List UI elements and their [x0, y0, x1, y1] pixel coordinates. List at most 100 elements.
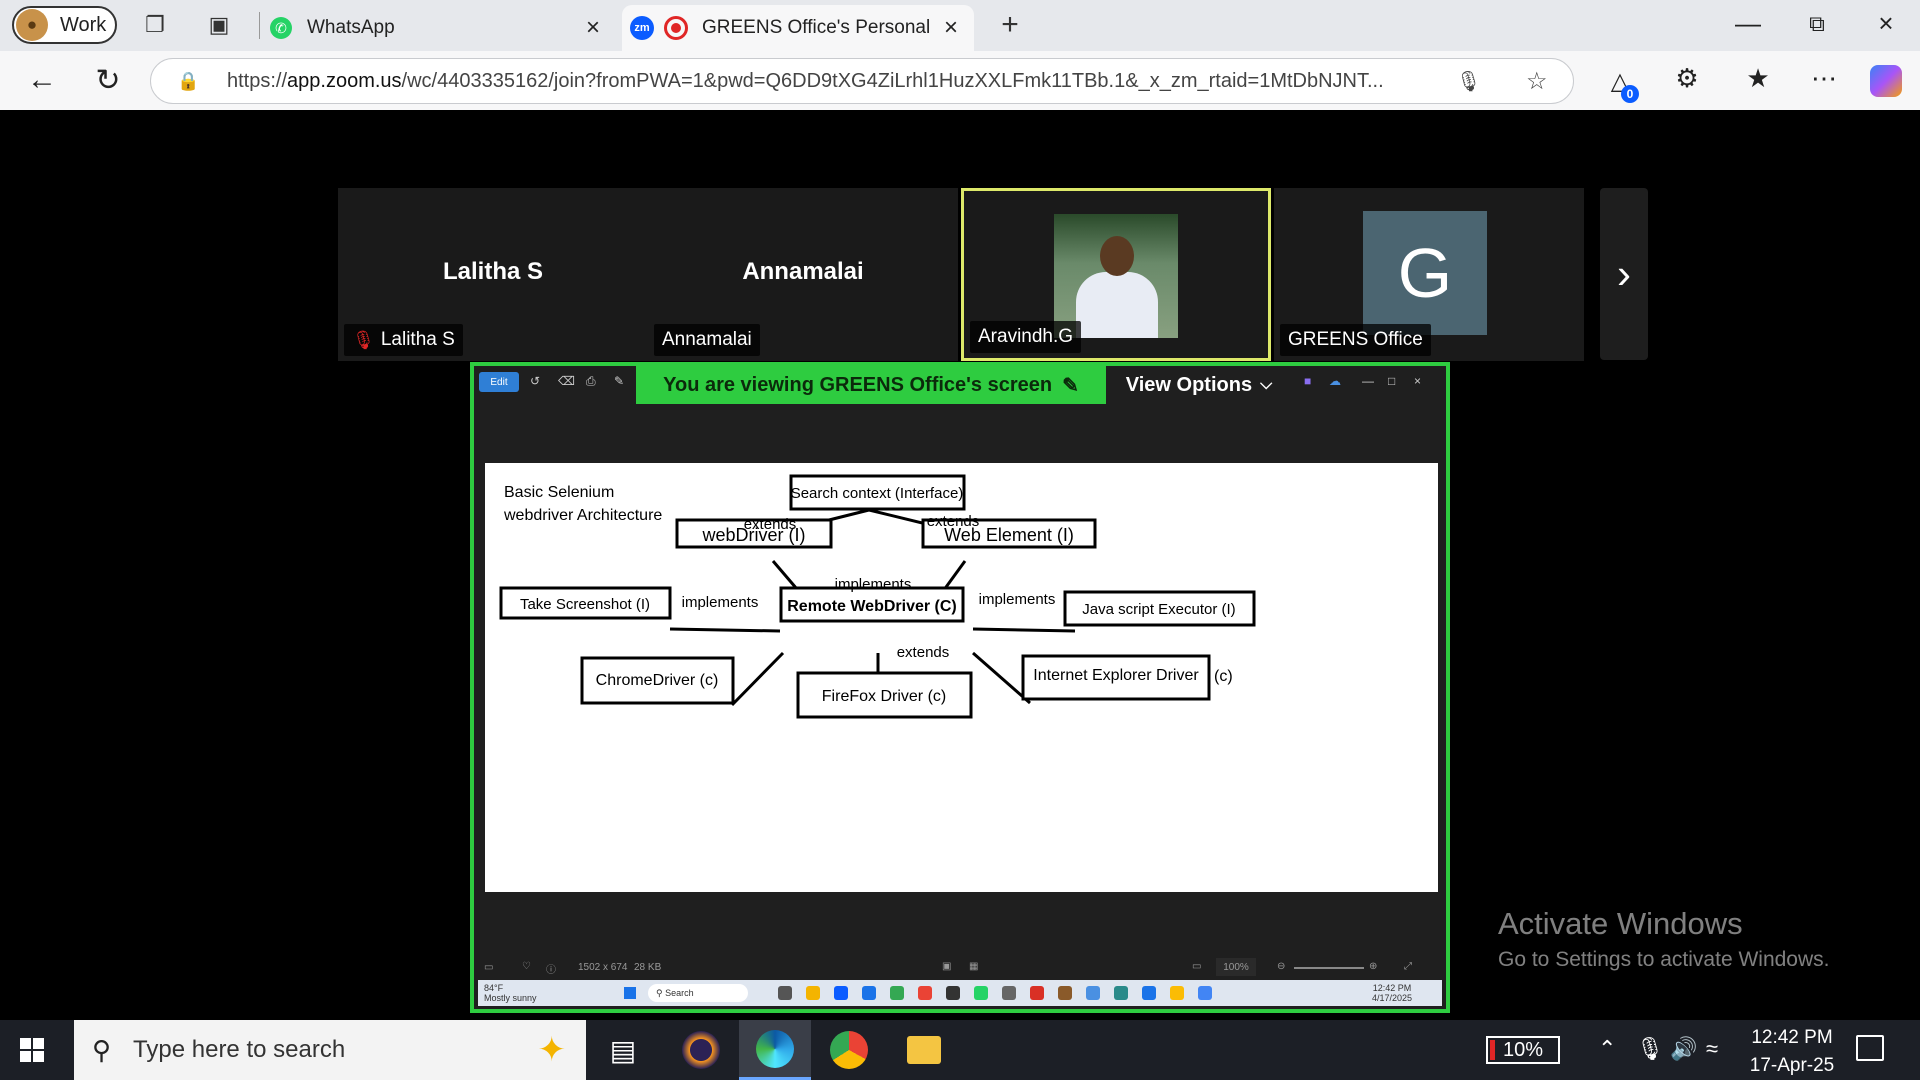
- minimize-icon: —: [1362, 374, 1374, 388]
- browser-toolbar: ← ↻ 🔒 https://app.zoom.us/wc/4403335162/…: [0, 51, 1920, 110]
- lock-icon[interactable]: 🔒: [177, 71, 199, 92]
- remote-taskbar-icons: [778, 986, 1226, 1000]
- profile-avatar-icon: ●: [16, 9, 48, 41]
- watermark-line2: Go to Settings to activate Windows.: [1498, 948, 1830, 971]
- reload-icon[interactable]: ↻: [88, 63, 128, 98]
- participant-tile-greens-office[interactable]: G GREENS Office: [1274, 188, 1584, 361]
- image-viewer-statusbar: ▭ ♡ ⓘ 1502 x 674 28 KB ▣ ▦ ▭ 100% ⊖ ⊕ ⤢: [474, 956, 1446, 980]
- show-hidden-icons-icon[interactable]: ⌃: [1598, 1036, 1616, 1062]
- restore-icon: □: [1388, 374, 1396, 388]
- crop-icon[interactable]: ▦: [969, 961, 978, 972]
- edge-icon[interactable]: [739, 1020, 811, 1080]
- file-explorer-icon[interactable]: [888, 1020, 960, 1080]
- back-icon[interactable]: ←: [22, 63, 62, 97]
- new-tab-icon[interactable]: +: [997, 8, 1023, 41]
- participant-nameplate: 🎙 Lalitha S: [344, 324, 463, 356]
- task-view-icon[interactable]: ▤: [587, 1020, 659, 1080]
- diagram-title-line2: webdriver Architecture: [503, 507, 662, 524]
- filmstrip-icon[interactable]: ▭: [484, 962, 493, 973]
- participant-nameplate: Aravindh.G: [970, 321, 1082, 353]
- node-ie-driver: Internet Explorer Driver: [1033, 667, 1199, 684]
- next-page-arrow-icon[interactable]: ›: [1600, 188, 1648, 360]
- heart-icon[interactable]: ♡: [522, 961, 531, 972]
- microphone-icon[interactable]: 🎙: [1636, 1036, 1664, 1062]
- zoom-slider[interactable]: [1294, 967, 1364, 969]
- tab-zoom-meeting[interactable]: zm GREENS Office's Personal Meeting Room…: [622, 5, 974, 51]
- windows-start-icon[interactable]: [20, 1038, 44, 1062]
- zoom-out-icon[interactable]: ⊖: [1277, 961, 1285, 972]
- sparkle-icon: ✦: [537, 1031, 567, 1069]
- close-window-icon[interactable]: ×: [1866, 8, 1906, 39]
- participant-tile-annamalai[interactable]: Annamalai Annamalai: [648, 188, 958, 361]
- participant-tile-aravindh[interactable]: Aravindh.G: [961, 188, 1271, 361]
- clock-date: 17-Apr-25: [1749, 1055, 1835, 1076]
- microphone-icon[interactable]: 🎙: [1456, 69, 1481, 94]
- zoom-icon: zm: [630, 16, 654, 40]
- muted-mic-icon: 🎙: [352, 329, 375, 350]
- url-text[interactable]: https://app.zoom.us/wc/4403335162/join?f…: [227, 70, 1437, 93]
- remote-search: ⚲ Search: [648, 984, 748, 1002]
- favorites-icon[interactable]: ★: [1738, 63, 1778, 94]
- edge-implements-left: implements: [682, 594, 759, 611]
- print-icon[interactable]: ⎙: [586, 374, 596, 392]
- cloud-icon: ☁: [1329, 374, 1341, 388]
- chrome-icon[interactable]: [813, 1020, 885, 1080]
- architecture-diagram: Basic Selenium webdriver Architecture Se…: [499, 474, 1256, 719]
- workspaces-icon[interactable]: ❐: [142, 12, 168, 38]
- node-search-context: Search context (Interface): [791, 485, 964, 502]
- tab-whatsapp[interactable]: ✆ WhatsApp ×: [270, 5, 620, 51]
- eclipse-icon[interactable]: [665, 1020, 737, 1080]
- watermark-line1: Activate Windows: [1498, 906, 1743, 941]
- zoom-in-icon[interactable]: ⊕: [1369, 961, 1377, 972]
- info-icon[interactable]: ⓘ: [546, 961, 556, 976]
- search-placeholder: Type here to search: [133, 1036, 346, 1063]
- participant-video: [1054, 214, 1178, 338]
- close-tab-icon[interactable]: ×: [586, 14, 600, 42]
- extensions-puzzle-icon[interactable]: ⚙: [1667, 63, 1707, 94]
- zoom-level[interactable]: 100%: [1216, 958, 1256, 976]
- delete-icon[interactable]: ⌫: [558, 374, 575, 392]
- minimize-icon[interactable]: —: [1728, 8, 1768, 39]
- battery-indicator[interactable]: 10%: [1486, 1036, 1560, 1064]
- remote-clock: 12:42 PM 4/17/2025: [1371, 983, 1412, 1003]
- restore-icon[interactable]: ⧉: [1797, 11, 1837, 37]
- shared-screen: Edit ↺ ⌫ ⎙ ✎ You are viewing GREENS Offi…: [470, 362, 1450, 1013]
- pen-icon: ✎: [1062, 374, 1079, 397]
- recording-icon: [664, 16, 688, 40]
- diagram-canvas: Basic Selenium webdriver Architecture Se…: [485, 463, 1438, 892]
- copilot-icon[interactable]: [1870, 65, 1902, 97]
- edge-implements-top: implements: [835, 576, 912, 593]
- wifi-icon[interactable]: ≈: [1706, 1036, 1718, 1062]
- close-tab-icon[interactable]: ×: [944, 14, 958, 42]
- node-firefox-driver: FireFox Driver (c): [822, 688, 946, 705]
- image-filesize: 28 KB: [634, 962, 662, 973]
- profile-button[interactable]: ● Work: [12, 6, 117, 44]
- screen-icon[interactable]: ▭: [1192, 961, 1201, 972]
- edit-button[interactable]: Edit: [479, 372, 519, 392]
- node-ie-suffix: (c): [1214, 668, 1233, 685]
- viewing-banner: You are viewing GREENS Office's screen ✎: [636, 366, 1106, 404]
- vertical-tabs-icon[interactable]: ▣: [206, 12, 232, 38]
- participant-tile-lalitha[interactable]: Lalitha S 🎙 Lalitha S: [338, 188, 648, 361]
- volume-icon[interactable]: 🔊: [1670, 1036, 1697, 1062]
- participant-nameplate: Annamalai: [654, 324, 760, 356]
- tab-label: GREENS Office's Personal Meeting Room: [702, 17, 932, 38]
- whatsapp-icon: ✆: [270, 17, 292, 39]
- fullscreen-icon[interactable]: ⤢: [1404, 961, 1412, 972]
- address-bar[interactable]: 🔒 https://app.zoom.us/wc/4403335162/join…: [150, 58, 1574, 104]
- edge-extends-left: extends: [744, 516, 797, 533]
- fit-icon[interactable]: ▣: [942, 961, 951, 972]
- rotate-icon[interactable]: ↺: [530, 374, 540, 392]
- more-menu-icon[interactable]: ⋯: [1804, 63, 1844, 94]
- view-options-button[interactable]: View Options ⌵: [1106, 366, 1292, 404]
- participant-nameplate: GREENS Office: [1280, 324, 1431, 356]
- taskbar-search[interactable]: ⚲ Type here to search ✦: [74, 1020, 586, 1080]
- favorite-star-icon[interactable]: ☆: [1526, 67, 1548, 96]
- taskbar-clock[interactable]: 12:42 PM 17-Apr-25: [1742, 1024, 1842, 1080]
- share-icon[interactable]: ✎: [614, 374, 624, 392]
- image-dimensions: 1502 x 674: [578, 962, 628, 973]
- notifications-icon[interactable]: [1856, 1035, 1884, 1061]
- extension-badge: 0: [1621, 85, 1639, 103]
- windows-taskbar: ⚲ Type here to search ✦ ▤ 10% ⌃ 🎙 🔊 ≈ 12…: [0, 1020, 1920, 1080]
- tab-divider: [259, 12, 260, 39]
